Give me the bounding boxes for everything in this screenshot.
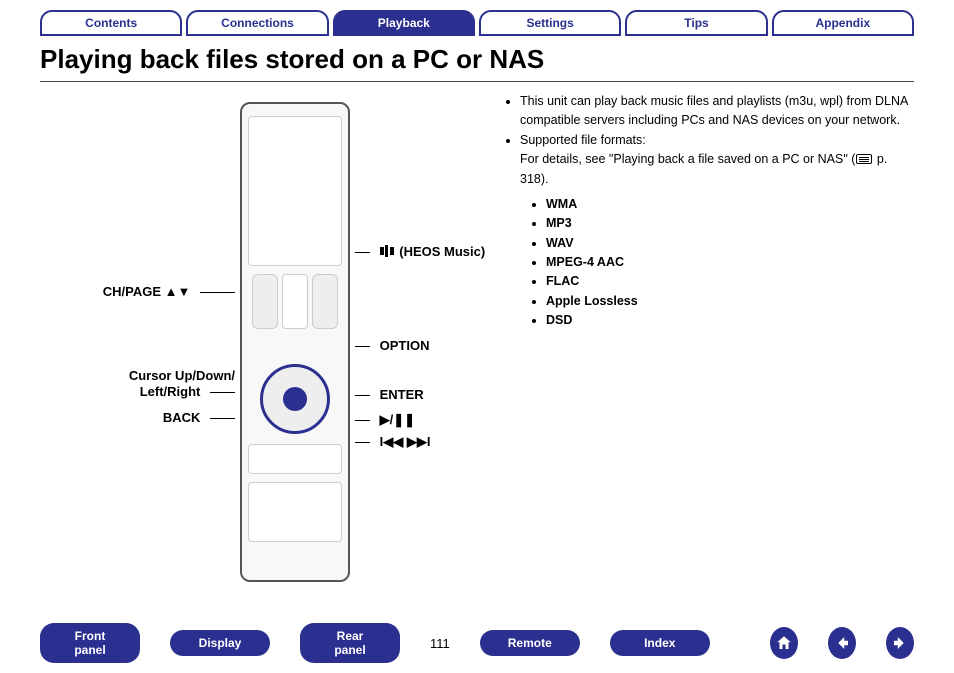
footer-remote-button[interactable]: Remote <box>480 630 580 656</box>
footer-front-panel-button[interactable]: Front panel <box>40 623 140 663</box>
home-icon <box>775 634 793 652</box>
tab-tips[interactable]: Tips <box>625 10 767 36</box>
remote-outline <box>240 102 350 582</box>
page-number: 111 <box>430 636 450 651</box>
callout-option: OPTION <box>355 338 429 353</box>
format-item: DSD <box>546 311 914 330</box>
format-item: MPEG-4 AAC <box>546 253 914 272</box>
page-reference-icon <box>856 154 872 164</box>
tab-appendix[interactable]: Appendix <box>772 10 914 36</box>
footer-index-button[interactable]: Index <box>610 630 710 656</box>
nav-next-button[interactable] <box>886 627 914 659</box>
callout-back-label: BACK <box>163 410 201 425</box>
arrow-left-icon <box>833 634 851 652</box>
callout-cursor-label1: Cursor Up/Down/ <box>129 368 235 383</box>
footer-display-button[interactable]: Display <box>170 630 270 656</box>
footer: Front panel Display Rear panel 111 Remot… <box>0 623 954 663</box>
callout-cursor: Cursor Up/Down/ Left/Right <box>40 368 235 399</box>
callout-heos-label: (HEOS Music) <box>399 244 485 259</box>
callout-skip-label: I◀◀ ▶▶I <box>380 434 431 449</box>
callout-option-label: OPTION <box>380 338 430 353</box>
format-item: WMA <box>546 195 914 214</box>
remote-transport-row <box>248 444 342 474</box>
arrow-right-icon <box>891 634 909 652</box>
bullet-dlna: This unit can play back music files and … <box>520 92 914 131</box>
bullet-formats-line2a: For details, see "Playing back a file sa… <box>520 152 855 166</box>
description-column: This unit can play back music files and … <box>500 92 914 592</box>
callout-ch-page: CH/PAGE ▲▼ <box>40 284 235 299</box>
remote-lower-buttons <box>248 482 342 542</box>
tab-playback[interactable]: Playback <box>333 10 475 36</box>
callout-play-pause-label: ▶/❚❚ <box>380 412 415 427</box>
top-tabs: Contents Connections Playback Settings T… <box>0 0 954 36</box>
tab-connections[interactable]: Connections <box>186 10 328 36</box>
callout-play-pause: ▶/❚❚ <box>355 412 415 428</box>
remote-ch-page-rocker <box>252 274 278 329</box>
format-item: MP3 <box>546 214 914 233</box>
callout-enter: ENTER <box>355 387 424 402</box>
bullet-formats-line1: Supported file formats: <box>520 133 646 147</box>
bullet-formats-intro: Supported file formats: For details, see… <box>520 131 914 189</box>
remote-center-column <box>282 274 308 329</box>
callout-ch-page-label: CH/PAGE ▲▼ <box>103 284 191 299</box>
callout-back: BACK <box>40 410 235 425</box>
callout-enter-label: ENTER <box>380 387 424 402</box>
footer-rear-panel-button[interactable]: Rear panel <box>300 623 400 663</box>
tab-settings[interactable]: Settings <box>479 10 621 36</box>
page-title: Playing back files stored on a PC or NAS <box>40 44 914 82</box>
remote-upper-buttons <box>248 116 342 266</box>
callout-heos: (HEOS Music) <box>355 244 485 259</box>
remote-dpad-enter <box>260 364 330 434</box>
tab-contents[interactable]: Contents <box>40 10 182 36</box>
format-item: FLAC <box>546 272 914 291</box>
format-item: WAV <box>546 234 914 253</box>
nav-home-button[interactable] <box>770 627 798 659</box>
nav-prev-button[interactable] <box>828 627 856 659</box>
callout-skip: I◀◀ ▶▶I <box>355 434 430 450</box>
remote-volume-rocker <box>312 274 338 329</box>
callout-cursor-label2: Left/Right <box>140 384 201 399</box>
remote-diagram-area: CH/PAGE ▲▼ Cursor Up/Down/ Left/Right BA… <box>40 92 480 592</box>
format-item: Apple Lossless <box>546 292 914 311</box>
heos-icon <box>380 244 394 258</box>
